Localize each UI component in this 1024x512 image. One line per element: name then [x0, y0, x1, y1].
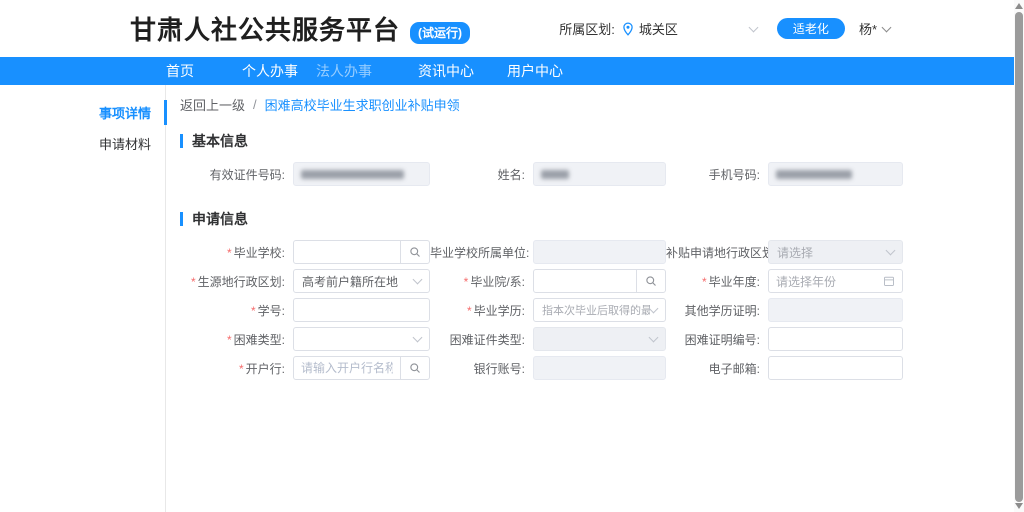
nav-item-news[interactable]: 资讯中心	[418, 61, 474, 81]
bank-input[interactable]	[293, 356, 401, 380]
label-grad-year: *毕业年度:	[666, 273, 768, 290]
sidebar: 事项详情 申请材料	[0, 85, 166, 512]
search-icon	[645, 275, 657, 287]
subsidy-region-select[interactable]: 请选择	[768, 240, 903, 264]
label-other-edu: 其他学历证明:	[666, 302, 768, 319]
difficulty-type-select[interactable]	[293, 327, 430, 351]
label-phone: 手机号码:	[666, 166, 768, 183]
app-title: 甘肃人社公共服务平台	[130, 10, 400, 47]
user-name: 杨*	[859, 19, 877, 38]
scroll-up-arrow-icon[interactable]	[1015, 3, 1023, 9]
name-field	[533, 162, 666, 186]
label-origin-region: *生源地行政区划:	[180, 273, 293, 290]
search-icon	[409, 362, 421, 374]
breadcrumb: 返回上一级 / 困难高校毕业生求职创业补贴申领	[180, 95, 1024, 114]
location-pin-icon	[621, 22, 635, 36]
chevron-down-icon	[649, 333, 659, 343]
school-input[interactable]	[293, 240, 401, 264]
chevron-down-icon	[882, 22, 892, 32]
breadcrumb-separator: /	[253, 97, 257, 112]
back-link[interactable]: 返回上一级	[180, 95, 245, 114]
accent-bar	[180, 134, 183, 148]
header: 甘肃人社公共服务平台 (试运行) 所属区划: 城关区 适老化 杨*	[0, 0, 1024, 57]
school-org-field	[533, 240, 666, 264]
scroll-down-arrow-icon[interactable]	[1015, 503, 1023, 509]
region-label: 所属区划:	[559, 19, 615, 38]
faculty-search-button[interactable]	[636, 269, 666, 293]
student-no-input[interactable]	[293, 298, 430, 322]
scrollbar-thumb[interactable]	[1015, 12, 1023, 502]
label-id-number: 有效证件号码:	[180, 166, 293, 183]
section-title-basic: 基本信息	[180, 131, 1024, 151]
label-difficulty-cert-no: 困难证明编号:	[666, 331, 768, 348]
bank-account-field	[533, 356, 666, 380]
search-icon	[409, 246, 421, 258]
origin-region-select[interactable]: 高考前户籍所在地	[293, 269, 430, 293]
basic-info-grid: 有效证件号码: 姓名: 手机号码:	[180, 162, 1024, 186]
chevron-down-icon	[649, 304, 659, 314]
label-name: 姓名:	[430, 166, 533, 183]
accessibility-mode-button[interactable]: 适老化	[777, 18, 845, 39]
phone-field	[768, 162, 903, 186]
difficulty-cert-no-input[interactable]	[768, 327, 903, 351]
school-search-button[interactable]	[400, 240, 430, 264]
nav-item-user-center[interactable]: 用户中心	[507, 61, 563, 81]
label-school-org: 毕业学校所属单位:	[430, 244, 533, 261]
grad-year-datepicker[interactable]: 请选择年份	[768, 269, 903, 293]
email-input[interactable]	[768, 356, 903, 380]
id-number-field	[293, 162, 430, 186]
page: 甘肃人社公共服务平台 (试运行) 所属区划: 城关区 适老化 杨* 首页 个人办…	[0, 0, 1024, 512]
user-menu[interactable]: 杨*	[859, 19, 890, 38]
label-subsidy-region: 补贴申请地行政区划:	[666, 244, 768, 261]
chevron-down-icon	[413, 275, 423, 285]
calendar-icon	[883, 275, 895, 287]
label-faculty: *毕业院/系:	[430, 273, 533, 290]
label-student-no: *学号:	[180, 302, 293, 319]
sidebar-item-materials[interactable]: 申请材料	[0, 128, 165, 159]
sidebar-item-detail[interactable]: 事项详情	[0, 97, 165, 128]
label-difficulty-type: *困难类型:	[180, 331, 293, 348]
chevron-down-icon	[413, 333, 423, 343]
trial-badge: (试运行)	[410, 22, 470, 44]
chevron-down-icon	[886, 246, 896, 256]
chevron-down-icon[interactable]	[748, 22, 758, 32]
accent-bar	[180, 212, 183, 226]
region-value: 城关区	[639, 19, 678, 38]
nav-item-corporate[interactable]: 法人办事	[316, 61, 372, 81]
faculty-input[interactable]	[533, 269, 637, 293]
nav-item-home[interactable]: 首页	[166, 61, 194, 81]
scrollbar[interactable]	[1014, 0, 1024, 512]
label-bank: *开户行:	[180, 360, 293, 377]
other-edu-field	[768, 298, 903, 322]
main: 事项详情 申请材料 返回上一级 / 困难高校毕业生求职创业补贴申领 基本信息 有…	[0, 85, 1024, 512]
main-nav: 首页 个人办事 法人办事 资讯中心 用户中心	[0, 57, 1024, 85]
breadcrumb-current[interactable]: 困难高校毕业生求职创业补贴申领	[265, 95, 460, 114]
redacted-value	[301, 170, 404, 179]
label-difficulty-cert-type: 困难证件类型:	[430, 331, 533, 348]
content: 返回上一级 / 困难高校毕业生求职创业补贴申领 基本信息 有效证件号码: 姓名:…	[166, 85, 1024, 512]
label-school: *毕业学校:	[180, 244, 293, 261]
label-education: *毕业学历:	[430, 302, 533, 319]
section-title-apply: 申请信息	[180, 209, 1024, 229]
region-selector[interactable]: 所属区划: 城关区	[559, 19, 757, 38]
redacted-value	[541, 170, 569, 179]
label-email: 电子邮箱:	[666, 360, 768, 377]
difficulty-cert-type-select[interactable]	[533, 327, 666, 351]
nav-item-personal[interactable]: 个人办事	[242, 61, 298, 81]
apply-form-grid: *毕业学校: 毕业学校所属单位: 补贴申请地行政区划: 请选择 *生源地行政区划…	[180, 240, 1024, 380]
section-title-basic-text: 基本信息	[192, 131, 248, 151]
redacted-value	[776, 170, 852, 179]
section-title-apply-text: 申请信息	[192, 209, 248, 229]
education-select[interactable]: 指本次毕业后取得的最新学...	[533, 298, 666, 322]
label-bank-account: 银行账号:	[430, 360, 533, 377]
bank-search-button[interactable]	[400, 356, 430, 380]
